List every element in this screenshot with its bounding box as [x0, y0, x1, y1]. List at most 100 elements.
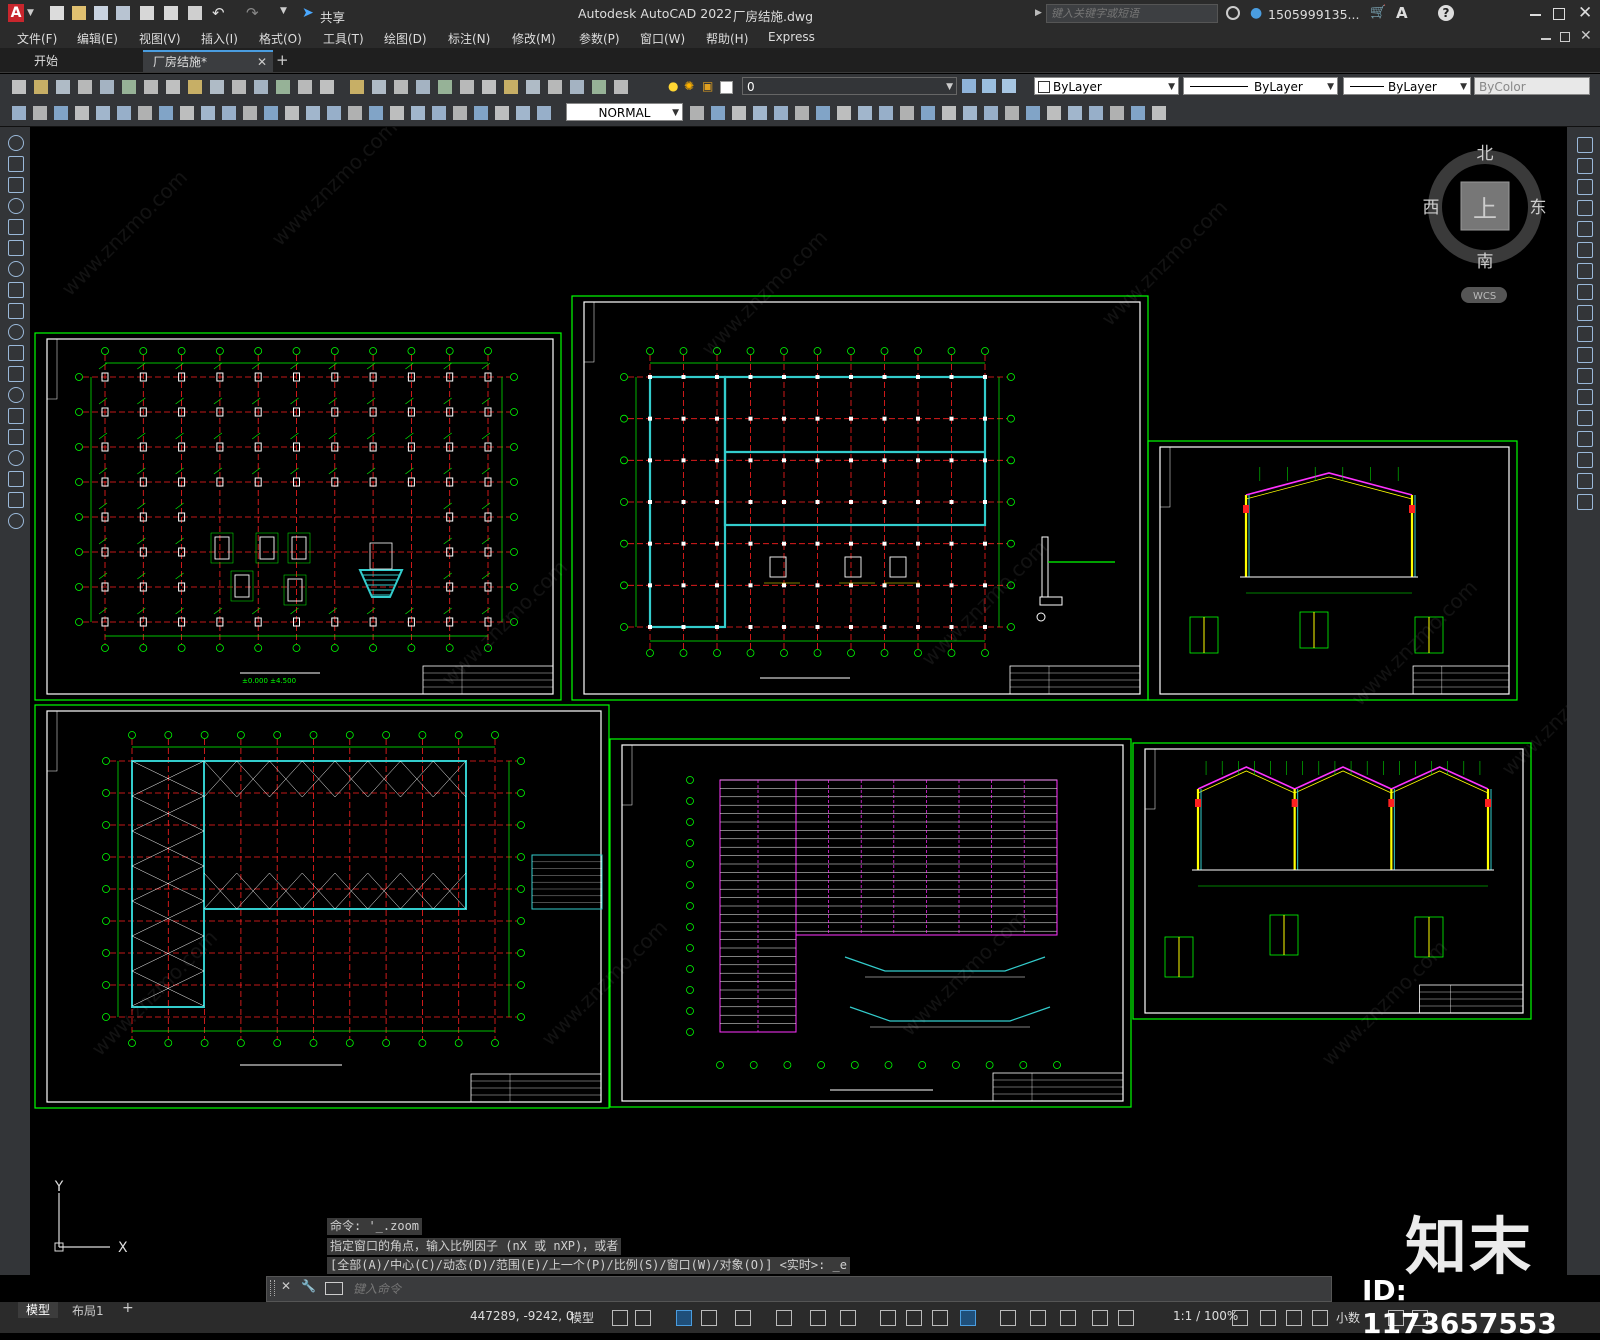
redo-icon[interactable]: ↷	[246, 4, 259, 22]
ucs-manager-icon[interactable]	[837, 106, 851, 120]
isodraft-toggle-icon[interactable]	[776, 1310, 792, 1326]
annotation-monitor-toggle-icon[interactable]	[1260, 1310, 1276, 1326]
tolerance-icon[interactable]	[285, 106, 299, 120]
angular-icon[interactable]	[159, 106, 173, 120]
tolerance-icon[interactable]	[1131, 106, 1145, 120]
dynamic-ucs-toggle-icon[interactable]	[1000, 1310, 1016, 1326]
make-block-tool-icon[interactable]	[8, 366, 24, 382]
polygon-tool-icon[interactable]	[8, 177, 24, 193]
break-icon[interactable]	[264, 106, 278, 120]
ellipse-arc-tool-icon[interactable]	[8, 324, 24, 340]
circle-tool-icon[interactable]	[8, 240, 24, 256]
stretch-tool-icon[interactable]	[1577, 305, 1593, 321]
jogged-linear-icon[interactable]	[348, 106, 362, 120]
infer-toggle-icon[interactable]	[676, 1310, 692, 1326]
menu-insert[interactable]: 插入(I)	[201, 30, 238, 47]
tab-layout1[interactable]: 布局1	[72, 1302, 104, 1319]
osnap-tracking-toggle-icon[interactable]	[810, 1310, 826, 1326]
cart-icon[interactable]: 🛒	[1370, 5, 1386, 20]
matchprop-icon[interactable]	[232, 80, 246, 94]
tab-close-icon[interactable]: ✕	[257, 52, 267, 72]
coordinates-readout[interactable]: 447289, -9242, 0	[470, 1309, 574, 1323]
spline-tool-icon[interactable]	[8, 282, 24, 298]
arc-length-icon[interactable]	[900, 106, 914, 120]
ucs-world-icon[interactable]	[453, 106, 467, 120]
polyline-tool-icon[interactable]	[8, 156, 24, 172]
viewcube[interactable]: 上 北 南 东 西 WCS	[1423, 144, 1547, 303]
zoom-previous-icon[interactable]	[394, 80, 408, 94]
sheetset-icon[interactable]	[482, 80, 496, 94]
ucs-view-icon[interactable]	[537, 106, 551, 120]
layer-combo[interactable]: 0 ▼	[742, 77, 957, 95]
point-tool-icon[interactable]	[8, 387, 24, 403]
arc-tool-icon[interactable]	[8, 219, 24, 235]
pan-icon[interactable]	[320, 80, 334, 94]
dimstyle-combo[interactable]: NORMAL ▼	[566, 103, 683, 121]
layer-properties-icon[interactable]	[570, 80, 584, 94]
layer-previous-icon[interactable]	[982, 79, 996, 93]
blockeditor-icon[interactable]	[254, 80, 268, 94]
space-icon[interactable]	[243, 106, 257, 120]
selection-cycling-toggle-icon[interactable]	[932, 1310, 948, 1326]
search-box[interactable]	[1046, 4, 1219, 23]
zoom-realtime-icon[interactable]	[350, 80, 364, 94]
open-from-web-icon[interactable]	[140, 6, 154, 20]
open-file-icon[interactable]	[72, 6, 86, 20]
tab-model[interactable]: 模型	[18, 1302, 59, 1318]
ucs-previous-icon[interactable]	[474, 106, 488, 120]
open-icon[interactable]	[34, 80, 48, 94]
linear-dim-icon[interactable]	[858, 106, 872, 120]
grid-toggle-icon[interactable]	[612, 1310, 628, 1326]
ordinate-icon[interactable]	[75, 106, 89, 120]
minimize-window-icon[interactable]	[1530, 14, 1541, 16]
aligned-dim-icon[interactable]	[879, 106, 893, 120]
ucs-apply-icon[interactable]	[816, 106, 830, 120]
plotstyle-combo[interactable]: ByColor	[1474, 77, 1590, 95]
designcenter-icon[interactable]	[438, 80, 452, 94]
mtext-tool-icon[interactable]	[8, 492, 24, 508]
share-icon[interactable]: ➤	[302, 5, 314, 21]
menu-help[interactable]: 帮助(H)	[706, 30, 748, 47]
table-tool-icon[interactable]	[8, 471, 24, 487]
baseline-icon[interactable]	[1047, 106, 1061, 120]
annotation-visibility-toggle-icon[interactable]	[1092, 1310, 1108, 1326]
ucs-y-icon[interactable]	[774, 106, 788, 120]
doc-restore-icon[interactable]	[1560, 32, 1570, 42]
break-at-point-tool-icon[interactable]	[1577, 368, 1593, 384]
break-tool-icon[interactable]	[1577, 389, 1593, 405]
angular-icon[interactable]	[1005, 106, 1019, 120]
copy-icon[interactable]	[188, 80, 202, 94]
chamfer-tool-icon[interactable]	[1577, 431, 1593, 447]
scale-tool-icon[interactable]	[1577, 284, 1593, 300]
zoom-window-icon[interactable]	[372, 80, 386, 94]
ucs-icon[interactable]	[432, 106, 446, 120]
preview-icon[interactable]	[100, 80, 114, 94]
viewcube-west[interactable]: 西	[1423, 198, 1440, 218]
save-icon[interactable]	[94, 6, 108, 20]
customize-chevron-icon[interactable]: ▼	[280, 6, 287, 16]
ucs-object-icon[interactable]	[516, 106, 530, 120]
line-tool-icon[interactable]	[8, 135, 24, 151]
annotation-scale[interactable]: 1:1 / 100%	[1173, 1309, 1238, 1323]
jogged-icon[interactable]	[117, 106, 131, 120]
snap-toggle-icon[interactable]	[635, 1310, 651, 1326]
center-mark-icon[interactable]	[1152, 106, 1166, 120]
search-icon[interactable]	[1226, 6, 1240, 20]
quick-dim-icon[interactable]	[1026, 106, 1040, 120]
markup-icon[interactable]	[504, 80, 518, 94]
mirror-tool-icon[interactable]	[1577, 179, 1593, 195]
cmd-recent-icon[interactable]	[325, 1282, 343, 1295]
offset-tool-icon[interactable]	[1577, 200, 1593, 216]
ordinate-icon[interactable]	[921, 106, 935, 120]
lock-icon[interactable]: ▣	[702, 79, 713, 93]
selection-filter-toggle-icon[interactable]	[1030, 1310, 1046, 1326]
cmd-customize-icon[interactable]: 🔧	[301, 1279, 316, 1293]
share-button[interactable]: 共享	[320, 7, 345, 26]
region-tool-icon[interactable]	[8, 450, 24, 466]
lineweight-combo[interactable]: ByLayer ▼	[1343, 77, 1471, 95]
continue-icon[interactable]	[222, 106, 236, 120]
autodesk-a360-icon[interactable]: A	[1396, 4, 1408, 22]
open-icon[interactable]	[614, 80, 628, 94]
lightbulb-icon[interactable]: ●	[668, 79, 678, 93]
save-icon[interactable]	[56, 80, 70, 94]
